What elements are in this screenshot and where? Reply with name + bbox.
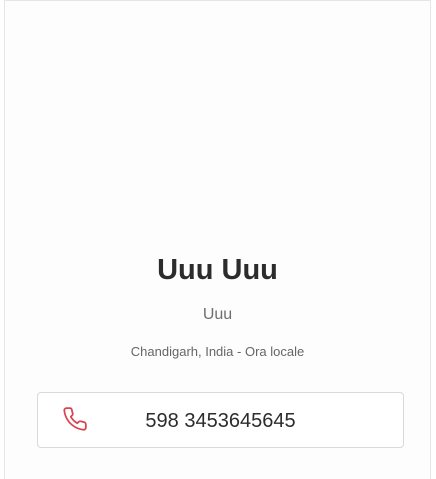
phone-number: 598 3453645645 [145,410,296,432]
profile-role: Uuu [202,306,233,323]
profile-location: Chandigarh, India - Ora locale [130,344,305,359]
phone-button[interactable]: 598 3453645645 [37,392,404,448]
profile-name: Uuu Uuu [157,254,278,286]
profile-card: Uuu Uuu Uuu Chandigarh, India - Ora loca… [4,0,431,479]
